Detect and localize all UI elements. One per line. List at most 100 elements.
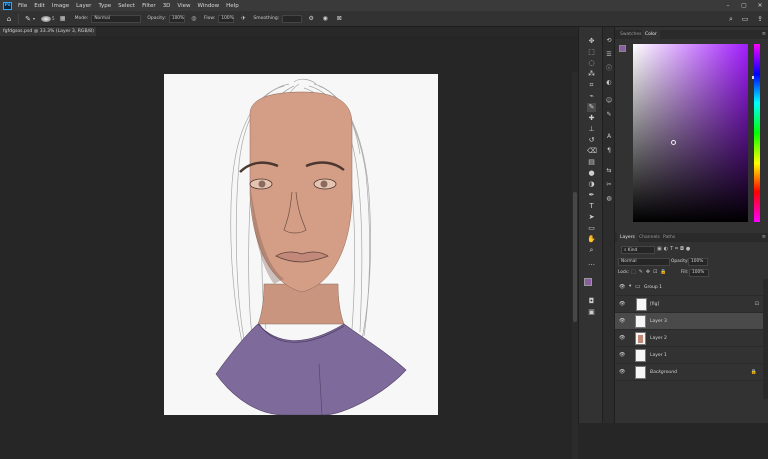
smoothing-options-icon[interactable]: ⚙: [307, 15, 315, 23]
visibility-eye-icon[interactable]: 👁: [619, 369, 625, 375]
layer-row-background[interactable]: 👁 Background 🔒: [615, 364, 763, 381]
layers-scrollbar[interactable]: [763, 279, 768, 399]
dodge-tool-icon[interactable]: ◑: [587, 180, 596, 189]
layer-filter-icons[interactable]: ▣◐T⌗◘●: [657, 246, 692, 252]
arrange-icon[interactable]: ⇆: [605, 167, 613, 175]
quick-select-tool-icon[interactable]: ⁂: [587, 70, 596, 79]
gradient-tool-icon[interactable]: ▤: [587, 158, 596, 167]
hue-slider-marker[interactable]: [752, 76, 754, 79]
adjustments-icon[interactable]: ◐: [605, 79, 613, 87]
flow-field[interactable]: 100%: [218, 14, 235, 23]
tab-swatches[interactable]: Swatches: [617, 30, 645, 39]
color-picker-ring[interactable]: [671, 140, 676, 145]
color-fg-bg-swatches[interactable]: [619, 45, 629, 55]
workspace-icon[interactable]: ▭: [741, 15, 749, 23]
menu-help[interactable]: Help: [226, 3, 239, 9]
brush-tool-icon[interactable]: ✎: [587, 103, 596, 112]
brush-preset-icon[interactable]: [41, 15, 52, 22]
lock-icons[interactable]: ⬚✎✥⊡🔒: [631, 269, 670, 275]
chevron-down-icon[interactable]: ▾: [629, 284, 631, 289]
menu-filter[interactable]: Filter: [142, 3, 156, 9]
color-picker-field[interactable]: [633, 44, 748, 222]
layer-row-group[interactable]: 👁 ▾ ▭ Group 1: [615, 279, 763, 296]
more-tools-icon[interactable]: …: [587, 259, 596, 268]
blur-tool-icon[interactable]: ●: [587, 169, 596, 178]
airbrush-icon[interactable]: ✈: [239, 15, 247, 23]
fg-swatch[interactable]: [619, 45, 626, 52]
type-tool-icon[interactable]: T: [587, 202, 596, 211]
tab-color[interactable]: Color: [642, 30, 660, 39]
history-icon[interactable]: ⟲: [605, 37, 613, 45]
quick-mask-icon[interactable]: ◘: [587, 297, 596, 306]
opacity-field[interactable]: 100%: [168, 14, 185, 23]
maximize-button[interactable]: ▢: [736, 0, 752, 11]
clone-stamp-tool-icon[interactable]: ⊥: [587, 125, 596, 134]
document-canvas[interactable]: [164, 74, 438, 415]
crop-tool-icon[interactable]: ⌗: [587, 81, 596, 90]
layer-row-layer-1[interactable]: 👁 Layer 1: [615, 347, 763, 364]
menu-image[interactable]: Image: [52, 3, 69, 9]
panel-menu-icon[interactable]: ≡: [762, 30, 766, 39]
hand-tool-icon[interactable]: ✋: [587, 235, 596, 244]
pen-tool-icon[interactable]: ✒: [587, 191, 596, 200]
path-select-tool-icon[interactable]: ➤: [587, 213, 596, 222]
layer-filter-kind[interactable]: ⌕ Kind: [621, 246, 655, 254]
tab-channels[interactable]: Channels: [636, 233, 663, 242]
menu-layer[interactable]: Layer: [76, 3, 91, 9]
properties-icon[interactable]: ☰: [605, 51, 613, 59]
menu-3d[interactable]: 3D: [163, 3, 171, 9]
visibility-eye-icon[interactable]: 👁: [619, 335, 625, 341]
visibility-eye-icon[interactable]: 👁: [619, 284, 625, 290]
visibility-eye-icon[interactable]: 👁: [619, 318, 625, 324]
pressure-size-icon[interactable]: ◉: [321, 15, 329, 23]
mode-select[interactable]: Normal: [91, 14, 142, 23]
zoom-tool-icon[interactable]: ⌕: [587, 246, 596, 255]
marquee-tool-icon[interactable]: ⬚: [587, 48, 596, 57]
close-button[interactable]: ✕: [752, 0, 768, 11]
brush-settings-icon[interactable]: ▦: [59, 15, 67, 23]
transform-icon[interactable]: ✂: [605, 181, 613, 189]
lasso-tool-icon[interactable]: ◌: [587, 59, 596, 68]
symmetry-icon[interactable]: ⊠: [335, 15, 343, 23]
scrollbar-thumb[interactable]: [573, 192, 577, 322]
menu-type[interactable]: Type: [98, 3, 111, 9]
glyphs-icon[interactable]: ◍: [605, 195, 613, 203]
menu-file[interactable]: File: [18, 3, 27, 9]
history-brush-tool-icon[interactable]: ↺: [587, 136, 596, 145]
layer-opacity-field[interactable]: 100%: [688, 258, 708, 266]
layer-row-fig[interactable]: 👁 [fig] ⊡: [615, 296, 763, 313]
brush-tool-icon[interactable]: ✎: [24, 15, 32, 23]
brush-settings-icon[interactable]: ✎: [605, 111, 613, 119]
tab-layers[interactable]: Layers: [617, 233, 638, 242]
menu-select[interactable]: Select: [118, 3, 135, 9]
info-icon[interactable]: ⓘ: [605, 65, 613, 73]
move-tool-icon[interactable]: ✥: [587, 37, 596, 46]
blend-mode-select[interactable]: Normal: [618, 258, 670, 266]
share-icon[interactable]: ⇪: [756, 15, 764, 23]
visibility-eye-icon[interactable]: 👁: [619, 301, 625, 307]
chevron-down-icon[interactable]: ▾: [33, 16, 35, 21]
spot-heal-tool-icon[interactable]: ✚: [587, 114, 596, 123]
visibility-eye-icon[interactable]: 👁: [619, 352, 625, 358]
minimize-button[interactable]: –: [720, 0, 736, 11]
eraser-tool-icon[interactable]: ⌫: [587, 147, 597, 156]
document-tab[interactable]: fgfdgsos.psd @ 33.3% (Layer 3, RGB/8) * …: [0, 27, 96, 43]
menu-edit[interactable]: Edit: [34, 3, 45, 9]
tab-paths[interactable]: Paths: [660, 233, 678, 242]
eyedropper-tool-icon[interactable]: ⌁: [587, 92, 596, 101]
layers-menu-icon[interactable]: ≡: [762, 233, 766, 242]
home-icon[interactable]: ⌂: [5, 15, 13, 23]
smoothing-field[interactable]: [282, 14, 303, 23]
foreground-color-swatch[interactable]: [584, 278, 592, 286]
canvas-area[interactable]: [0, 36, 578, 459]
people-icon[interactable]: ☺: [605, 97, 613, 105]
fill-field[interactable]: 100%: [689, 269, 709, 277]
screen-mode-icon[interactable]: ▣: [587, 308, 596, 317]
pressure-opacity-icon[interactable]: ◎: [190, 15, 198, 23]
shape-tool-icon[interactable]: ▭: [587, 224, 596, 233]
menu-window[interactable]: Window: [197, 3, 219, 9]
character-icon[interactable]: A: [605, 133, 613, 141]
menu-view[interactable]: View: [177, 3, 190, 9]
search-icon[interactable]: ⌕: [727, 15, 735, 23]
hue-slider[interactable]: [754, 44, 760, 222]
